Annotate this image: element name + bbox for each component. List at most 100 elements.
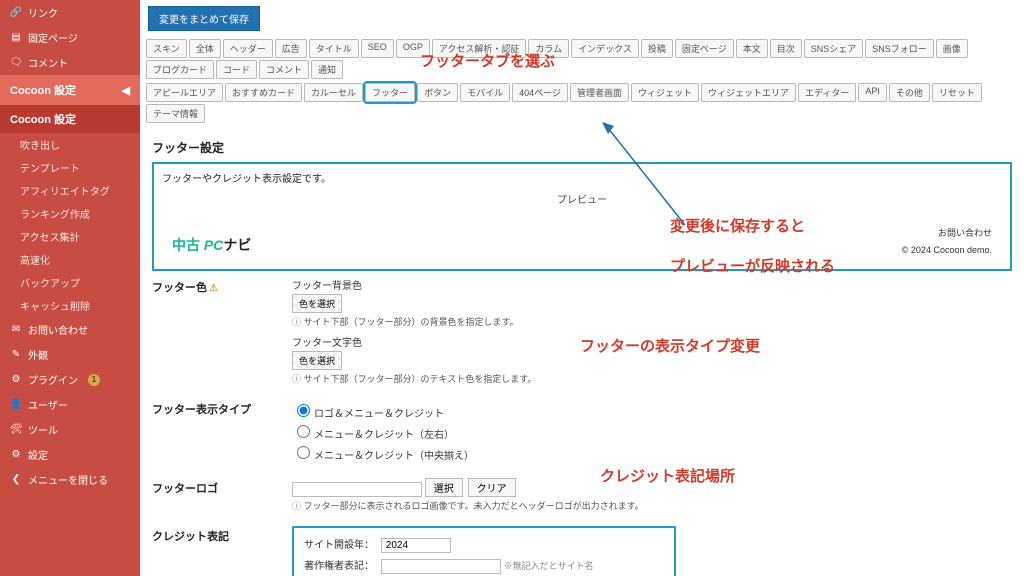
tab-API[interactable]: API: [858, 83, 887, 102]
footer-logo-help: フッター部分に表示されるロゴ画像です。未入力だとヘッダーロゴが出力されます。: [292, 499, 1012, 512]
tab-管理者画面[interactable]: 管理者画面: [570, 83, 629, 102]
credit-year-label: サイト開設年：: [304, 540, 374, 551]
bg-color-picker[interactable]: 色を選択: [292, 294, 342, 313]
tab-ボタン[interactable]: ボタン: [417, 83, 458, 102]
preview-copyright: © 2024 Cocoon demo.: [902, 245, 992, 255]
row-label-footer-type: フッター表示タイプ: [152, 399, 272, 417]
tab-広告[interactable]: 広告: [275, 39, 307, 58]
tab-本文[interactable]: 本文: [736, 39, 768, 58]
sidebar-sub[interactable]: キャッシュ削除: [0, 294, 140, 317]
fg-color-title: フッター文字色: [292, 334, 1012, 349]
tab-コード[interactable]: コード: [216, 60, 257, 79]
preview-description: フッターやクレジット表示設定です。: [162, 170, 1002, 185]
logo-select-button[interactable]: 選択: [425, 478, 463, 497]
tab-SNSシェア[interactable]: SNSシェア: [804, 39, 864, 58]
credit-box: サイト開設年： 著作権者表記： ※無記入だとサイト名 © 2024 Cocoon…: [292, 526, 676, 576]
sidebar-item-users[interactable]: 👤ユーザー: [0, 392, 140, 417]
tab-タイトル[interactable]: タイトル: [309, 39, 359, 58]
row-label-credit: クレジット表記: [152, 526, 272, 544]
tab-リセット[interactable]: リセット: [932, 83, 982, 102]
tab-ウィジェット[interactable]: ウィジェット: [631, 83, 699, 102]
sidebar-sub[interactable]: 高速化: [0, 248, 140, 271]
sidebar-sub[interactable]: ランキング作成: [0, 202, 140, 225]
tab-画像[interactable]: 画像: [936, 39, 968, 58]
chevron-left-icon: ◀: [122, 84, 130, 97]
bg-color-title: フッター背景色: [292, 277, 1012, 292]
tab-ブログカード[interactable]: ブログカード: [146, 60, 214, 79]
sidebar-sub[interactable]: バックアップ: [0, 271, 140, 294]
sidebar-active-cocoon[interactable]: Cocoon 設定: [0, 105, 140, 133]
tab-アピールエリア[interactable]: アピールエリア: [146, 83, 223, 102]
footer-logo-input[interactable]: [292, 482, 422, 497]
preview-contact-link: お問い合わせ: [902, 226, 992, 239]
save-button[interactable]: 変更をまとめて保存: [148, 6, 260, 31]
tab-ウィジェットエリア[interactable]: ウィジェットエリア: [701, 83, 796, 102]
tab-その他[interactable]: その他: [889, 83, 930, 102]
tab-SEO[interactable]: SEO: [361, 39, 394, 58]
sidebar-item-pages[interactable]: ▤固定ページ: [0, 25, 140, 50]
settings-tabs-2: アピールエリアおすすめカードカルーセルフッターボタンモバイル404ページ管理者画…: [140, 81, 1024, 125]
credit-author-note: ※無記入だとサイト名: [504, 561, 594, 571]
preview-box: フッターやクレジット表示設定です。 プレビュー 中古 PCナビ お問い合わせ ©…: [152, 162, 1012, 271]
sidebar-item-comments[interactable]: 🗨コメント: [0, 50, 140, 75]
gear-icon: ⚙: [10, 449, 22, 461]
fg-color-picker[interactable]: 色を選択: [292, 351, 342, 370]
credit-year-input[interactable]: [381, 538, 451, 553]
tool-icon: 🛠: [10, 424, 22, 436]
page-icon: ▤: [10, 32, 22, 44]
tab-インデックス[interactable]: インデックス: [571, 39, 639, 58]
tab-カルーセル[interactable]: カルーセル: [304, 83, 363, 102]
fg-color-help: サイト下部（フッター部分）のテキスト色を指定します。: [292, 372, 1012, 385]
sidebar-item-contact[interactable]: ✉お問い合わせ: [0, 317, 140, 342]
credit-author-label: 著作権者表記：: [304, 561, 374, 572]
tab-コメント[interactable]: コメント: [259, 60, 309, 79]
credit-author-input[interactable]: [381, 559, 501, 574]
tab-ヘッダー[interactable]: ヘッダー: [223, 39, 273, 58]
tab-テーマ情報[interactable]: テーマ情報: [146, 104, 205, 123]
sidebar-sub[interactable]: アクセス集計: [0, 225, 140, 248]
tab-目次[interactable]: 目次: [770, 39, 802, 58]
tab-おすすめカード[interactable]: おすすめカード: [225, 83, 302, 102]
sidebar-item-link[interactable]: 🔗リンク: [0, 0, 140, 25]
mail-icon: ✉: [10, 324, 22, 336]
tab-404ページ[interactable]: 404ページ: [512, 83, 568, 102]
preview-heading: プレビュー: [162, 189, 1002, 208]
warning-icon: ⚠: [209, 283, 218, 294]
footer-type-opt-2[interactable]: メニュー＆クレジット（中央揃え）: [292, 451, 474, 462]
section-title: フッター設定: [152, 139, 1012, 156]
sidebar-group-cocoon[interactable]: Cocoon 設定◀: [0, 75, 140, 105]
tab-全体[interactable]: 全体: [189, 39, 221, 58]
user-icon: 👤: [10, 399, 22, 411]
footer-type-opt-1[interactable]: メニュー＆クレジット（左右）: [292, 430, 454, 441]
settings-tabs: スキン全体ヘッダー広告タイトルSEOOGPアクセス解析・認証カラムインデックス投…: [140, 37, 1024, 81]
footer-type-opt-0[interactable]: ロゴ＆メニュー＆クレジット: [292, 409, 444, 420]
sidebar-sub[interactable]: 吹き出し: [0, 133, 140, 156]
sidebar-item-appearance[interactable]: ✎外観: [0, 342, 140, 367]
tab-OGP[interactable]: OGP: [396, 39, 430, 58]
tab-モバイル[interactable]: モバイル: [460, 83, 510, 102]
save-bar: 変更をまとめて保存: [140, 0, 1024, 37]
tab-エディター[interactable]: エディター: [798, 83, 856, 102]
sidebar-sub[interactable]: テンプレート: [0, 156, 140, 179]
sidebar-item-collapse[interactable]: ❮メニューを閉じる: [0, 467, 140, 492]
sidebar-item-plugins[interactable]: ⚙プラグイン1: [0, 367, 140, 392]
tab-通知[interactable]: 通知: [311, 60, 343, 79]
tab-フッター[interactable]: フッター: [365, 83, 415, 102]
row-label-footer-color: フッター色⚠: [152, 277, 272, 295]
brush-icon: ✎: [10, 349, 22, 361]
sidebar-item-settings[interactable]: ⚙設定: [0, 442, 140, 467]
tab-投稿[interactable]: 投稿: [641, 39, 673, 58]
tab-スキン[interactable]: スキン: [146, 39, 187, 58]
sidebar-item-tools[interactable]: 🛠ツール: [0, 417, 140, 442]
tab-SNSフォロー[interactable]: SNSフォロー: [865, 39, 934, 58]
sidebar-sub[interactable]: アフィリエイトタグ: [0, 179, 140, 202]
logo-clear-button[interactable]: クリア: [468, 478, 516, 497]
plugin-icon: ⚙: [10, 374, 22, 386]
tab-固定ページ[interactable]: 固定ページ: [675, 39, 734, 58]
collapse-icon: ❮: [10, 474, 22, 486]
main-panel: 変更をまとめて保存 スキン全体ヘッダー広告タイトルSEOOGPアクセス解析・認証…: [140, 0, 1024, 576]
bg-color-help: サイト下部（フッター部分）の背景色を指定します。: [292, 315, 1012, 328]
tab-アクセス解析・認証[interactable]: アクセス解析・認証: [432, 39, 527, 58]
tab-カラム[interactable]: カラム: [528, 39, 569, 58]
admin-sidebar: 🔗リンク ▤固定ページ 🗨コメント Cocoon 設定◀ Cocoon 設定 吹…: [0, 0, 140, 576]
